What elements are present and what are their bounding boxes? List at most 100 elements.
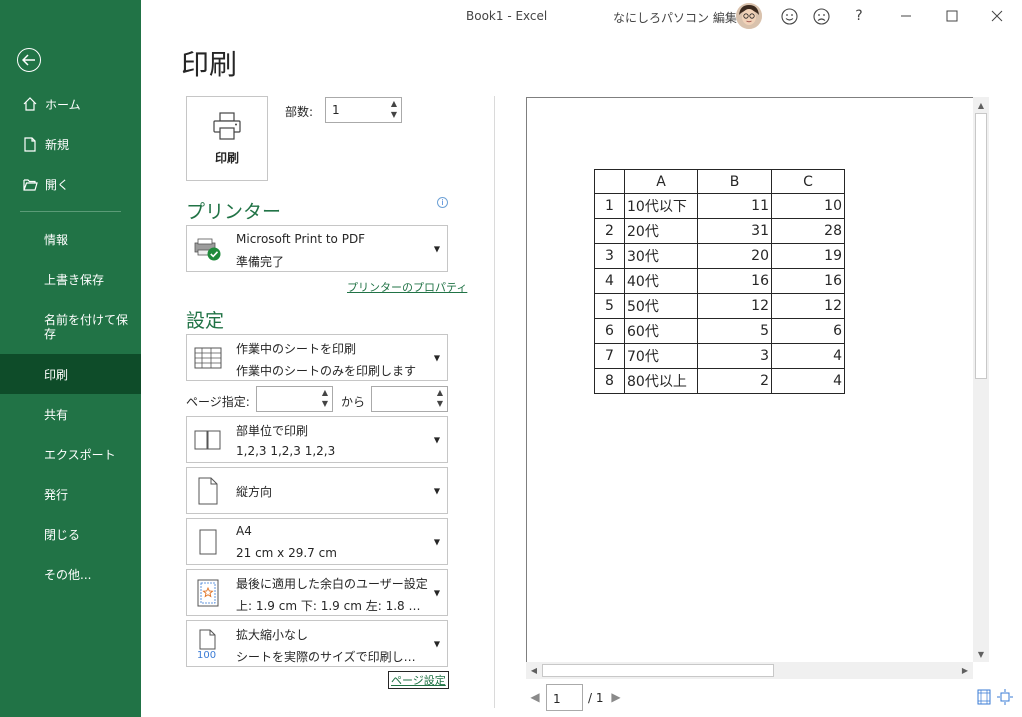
sidebar-item-share[interactable]: 共有 bbox=[0, 394, 141, 434]
dropdown-arrow-icon: ▼ bbox=[433, 639, 440, 648]
scroll-down-icon[interactable]: ▼ bbox=[973, 646, 989, 662]
table-row: 5 50代 12 12 bbox=[594, 293, 845, 319]
collate-select[interactable]: 部単位で印刷 1,2,3 1,2,3 1,2,3 ▼ bbox=[186, 416, 448, 463]
column-header: A bbox=[624, 169, 698, 194]
page-number-input[interactable]: 1 bbox=[546, 684, 583, 711]
row-header: 8 bbox=[594, 368, 625, 394]
collate-desc: 1,2,3 1,2,3 1,2,3 bbox=[236, 444, 336, 458]
previous-page-icon[interactable]: ◀ bbox=[529, 689, 541, 705]
new-document-icon bbox=[22, 136, 38, 152]
cell: 11 bbox=[697, 193, 772, 219]
cell: 16 bbox=[771, 268, 845, 294]
sidebar-item-label: 開く bbox=[45, 177, 70, 192]
next-page-icon[interactable]: ▶ bbox=[610, 689, 622, 705]
table-row: 3 30代 20 19 bbox=[594, 243, 845, 269]
margins-desc: 上: 1.9 cm 下: 1.9 cm 左: 1.8 cm 右: 1.8 cm bbox=[236, 599, 426, 613]
avatar[interactable] bbox=[736, 3, 762, 29]
paper-size-select[interactable]: A4 21 cm x 29.7 cm ▼ bbox=[186, 518, 448, 565]
copies-label: 部数: bbox=[285, 105, 314, 119]
scroll-thumb[interactable] bbox=[975, 113, 987, 379]
cell: 80代以上 bbox=[624, 368, 698, 394]
cell: 6 bbox=[771, 318, 845, 344]
cell: 5 bbox=[697, 318, 772, 344]
cell: 12 bbox=[697, 293, 772, 319]
table-row: 2 20代 31 28 bbox=[594, 218, 845, 244]
scroll-right-icon[interactable]: ▶ bbox=[957, 662, 973, 679]
spin-up-icon[interactable]: ▲ bbox=[320, 389, 330, 397]
scroll-thumb[interactable] bbox=[542, 664, 774, 677]
spin-down-icon[interactable]: ▼ bbox=[389, 111, 399, 119]
orientation-title: 縦方向 bbox=[236, 485, 273, 499]
row-header: 6 bbox=[594, 318, 625, 344]
print-scope-select[interactable]: 作業中のシートを印刷 作業中のシートのみを印刷します ▼ bbox=[186, 334, 448, 381]
pages-from-input[interactable]: ▲ ▼ bbox=[256, 386, 333, 412]
cell: 28 bbox=[771, 218, 845, 244]
sidebar-item-save-as[interactable]: 名前を付けて保存 bbox=[0, 305, 141, 349]
scroll-left-icon[interactable]: ◀ bbox=[526, 662, 542, 679]
print-button[interactable]: 印刷 bbox=[186, 96, 268, 181]
sidebar-item-home[interactable]: ホーム bbox=[0, 84, 141, 124]
sheet-grid-icon bbox=[193, 343, 223, 373]
sidebar-item-close[interactable]: 閉じる bbox=[0, 514, 141, 554]
minimize-icon[interactable] bbox=[896, 6, 916, 26]
close-icon[interactable] bbox=[987, 6, 1007, 26]
scaling-100-icon: 100 bbox=[193, 629, 223, 659]
copies-input[interactable]: 1 ▲ ▼ bbox=[325, 97, 402, 123]
smile-feedback-icon[interactable] bbox=[779, 6, 799, 26]
cell: 12 bbox=[771, 293, 845, 319]
sidebar-item-more[interactable]: その他... bbox=[0, 554, 141, 594]
row-header: 2 bbox=[594, 218, 625, 244]
row-header: 5 bbox=[594, 293, 625, 319]
orientation-select[interactable]: 縦方向 ▼ bbox=[186, 467, 448, 514]
sidebar-item-save[interactable]: 上書き保存 bbox=[0, 259, 141, 299]
show-margins-icon[interactable] bbox=[976, 689, 992, 705]
table-row: 1 10代以下 11 10 bbox=[594, 193, 845, 219]
preview-vertical-scrollbar[interactable]: ▲ ▼ bbox=[973, 97, 989, 662]
printer-status: 準備完了 bbox=[236, 255, 285, 269]
scroll-up-icon[interactable]: ▲ bbox=[973, 97, 989, 113]
info-icon[interactable]: i bbox=[437, 197, 448, 208]
panel-divider bbox=[494, 96, 495, 708]
sidebar-item-new[interactable]: 新規 bbox=[0, 124, 141, 164]
table-row: 8 80代以上 2 4 bbox=[594, 368, 845, 394]
pages-to-input[interactable]: ▲ ▼ bbox=[371, 386, 448, 412]
cell: 60代 bbox=[624, 318, 698, 344]
sidebar-item-label: その他... bbox=[44, 567, 92, 582]
sidebar-item-label: 新規 bbox=[45, 137, 70, 152]
dropdown-arrow-icon: ▼ bbox=[433, 537, 440, 546]
scaling-select[interactable]: 100 拡大縮小なし シートを実際のサイズで印刷します ▼ bbox=[186, 620, 448, 667]
cell: 16 bbox=[697, 268, 772, 294]
sidebar-item-open[interactable]: 開く bbox=[0, 164, 141, 204]
collate-title: 部単位で印刷 bbox=[236, 424, 309, 438]
sidebar-item-export[interactable]: エクスポート bbox=[0, 434, 141, 474]
spin-down-icon[interactable]: ▼ bbox=[320, 400, 330, 408]
sidebar-item-print[interactable]: 印刷 bbox=[0, 354, 141, 394]
page-setup-link[interactable]: ページ設定 bbox=[388, 671, 449, 689]
sidebar-item-publish[interactable]: 発行 bbox=[0, 474, 141, 514]
spin-up-icon[interactable]: ▲ bbox=[389, 100, 399, 108]
page-total: / 1 bbox=[588, 691, 604, 705]
help-icon[interactable]: ? bbox=[849, 6, 869, 26]
maximize-icon[interactable] bbox=[942, 6, 962, 26]
user-name[interactable]: なにしろパソコン 編集長 bbox=[613, 9, 749, 26]
frown-feedback-icon[interactable] bbox=[811, 6, 831, 26]
sidebar-item-info[interactable]: 情報 bbox=[0, 219, 141, 259]
dropdown-arrow-icon: ▼ bbox=[433, 435, 440, 444]
sidebar-item-label: 情報 bbox=[44, 232, 69, 247]
spin-up-icon[interactable]: ▲ bbox=[435, 389, 445, 397]
corner-cell bbox=[594, 169, 625, 194]
cell: 40代 bbox=[624, 268, 698, 294]
column-header: B bbox=[697, 169, 772, 194]
row-header: 1 bbox=[594, 193, 625, 219]
spin-down-icon[interactable]: ▼ bbox=[435, 400, 445, 408]
margins-select[interactable]: 最後に適用した余白のユーザー設定 上: 1.9 cm 下: 1.9 cm 左: … bbox=[186, 569, 448, 616]
row-header: 7 bbox=[594, 343, 625, 369]
paper-icon bbox=[193, 527, 223, 557]
back-arrow-icon[interactable] bbox=[17, 48, 41, 72]
preview-horizontal-scrollbar[interactable]: ◀ ▶ bbox=[526, 662, 973, 679]
pages-label: ページ指定: bbox=[186, 395, 250, 409]
printer-select[interactable]: Microsoft Print to PDF 準備完了 ▼ bbox=[186, 225, 448, 272]
printer-ready-icon bbox=[193, 234, 223, 264]
zoom-to-page-icon[interactable] bbox=[997, 689, 1013, 705]
printer-properties-link[interactable]: プリンターのプロパティ bbox=[347, 279, 467, 295]
